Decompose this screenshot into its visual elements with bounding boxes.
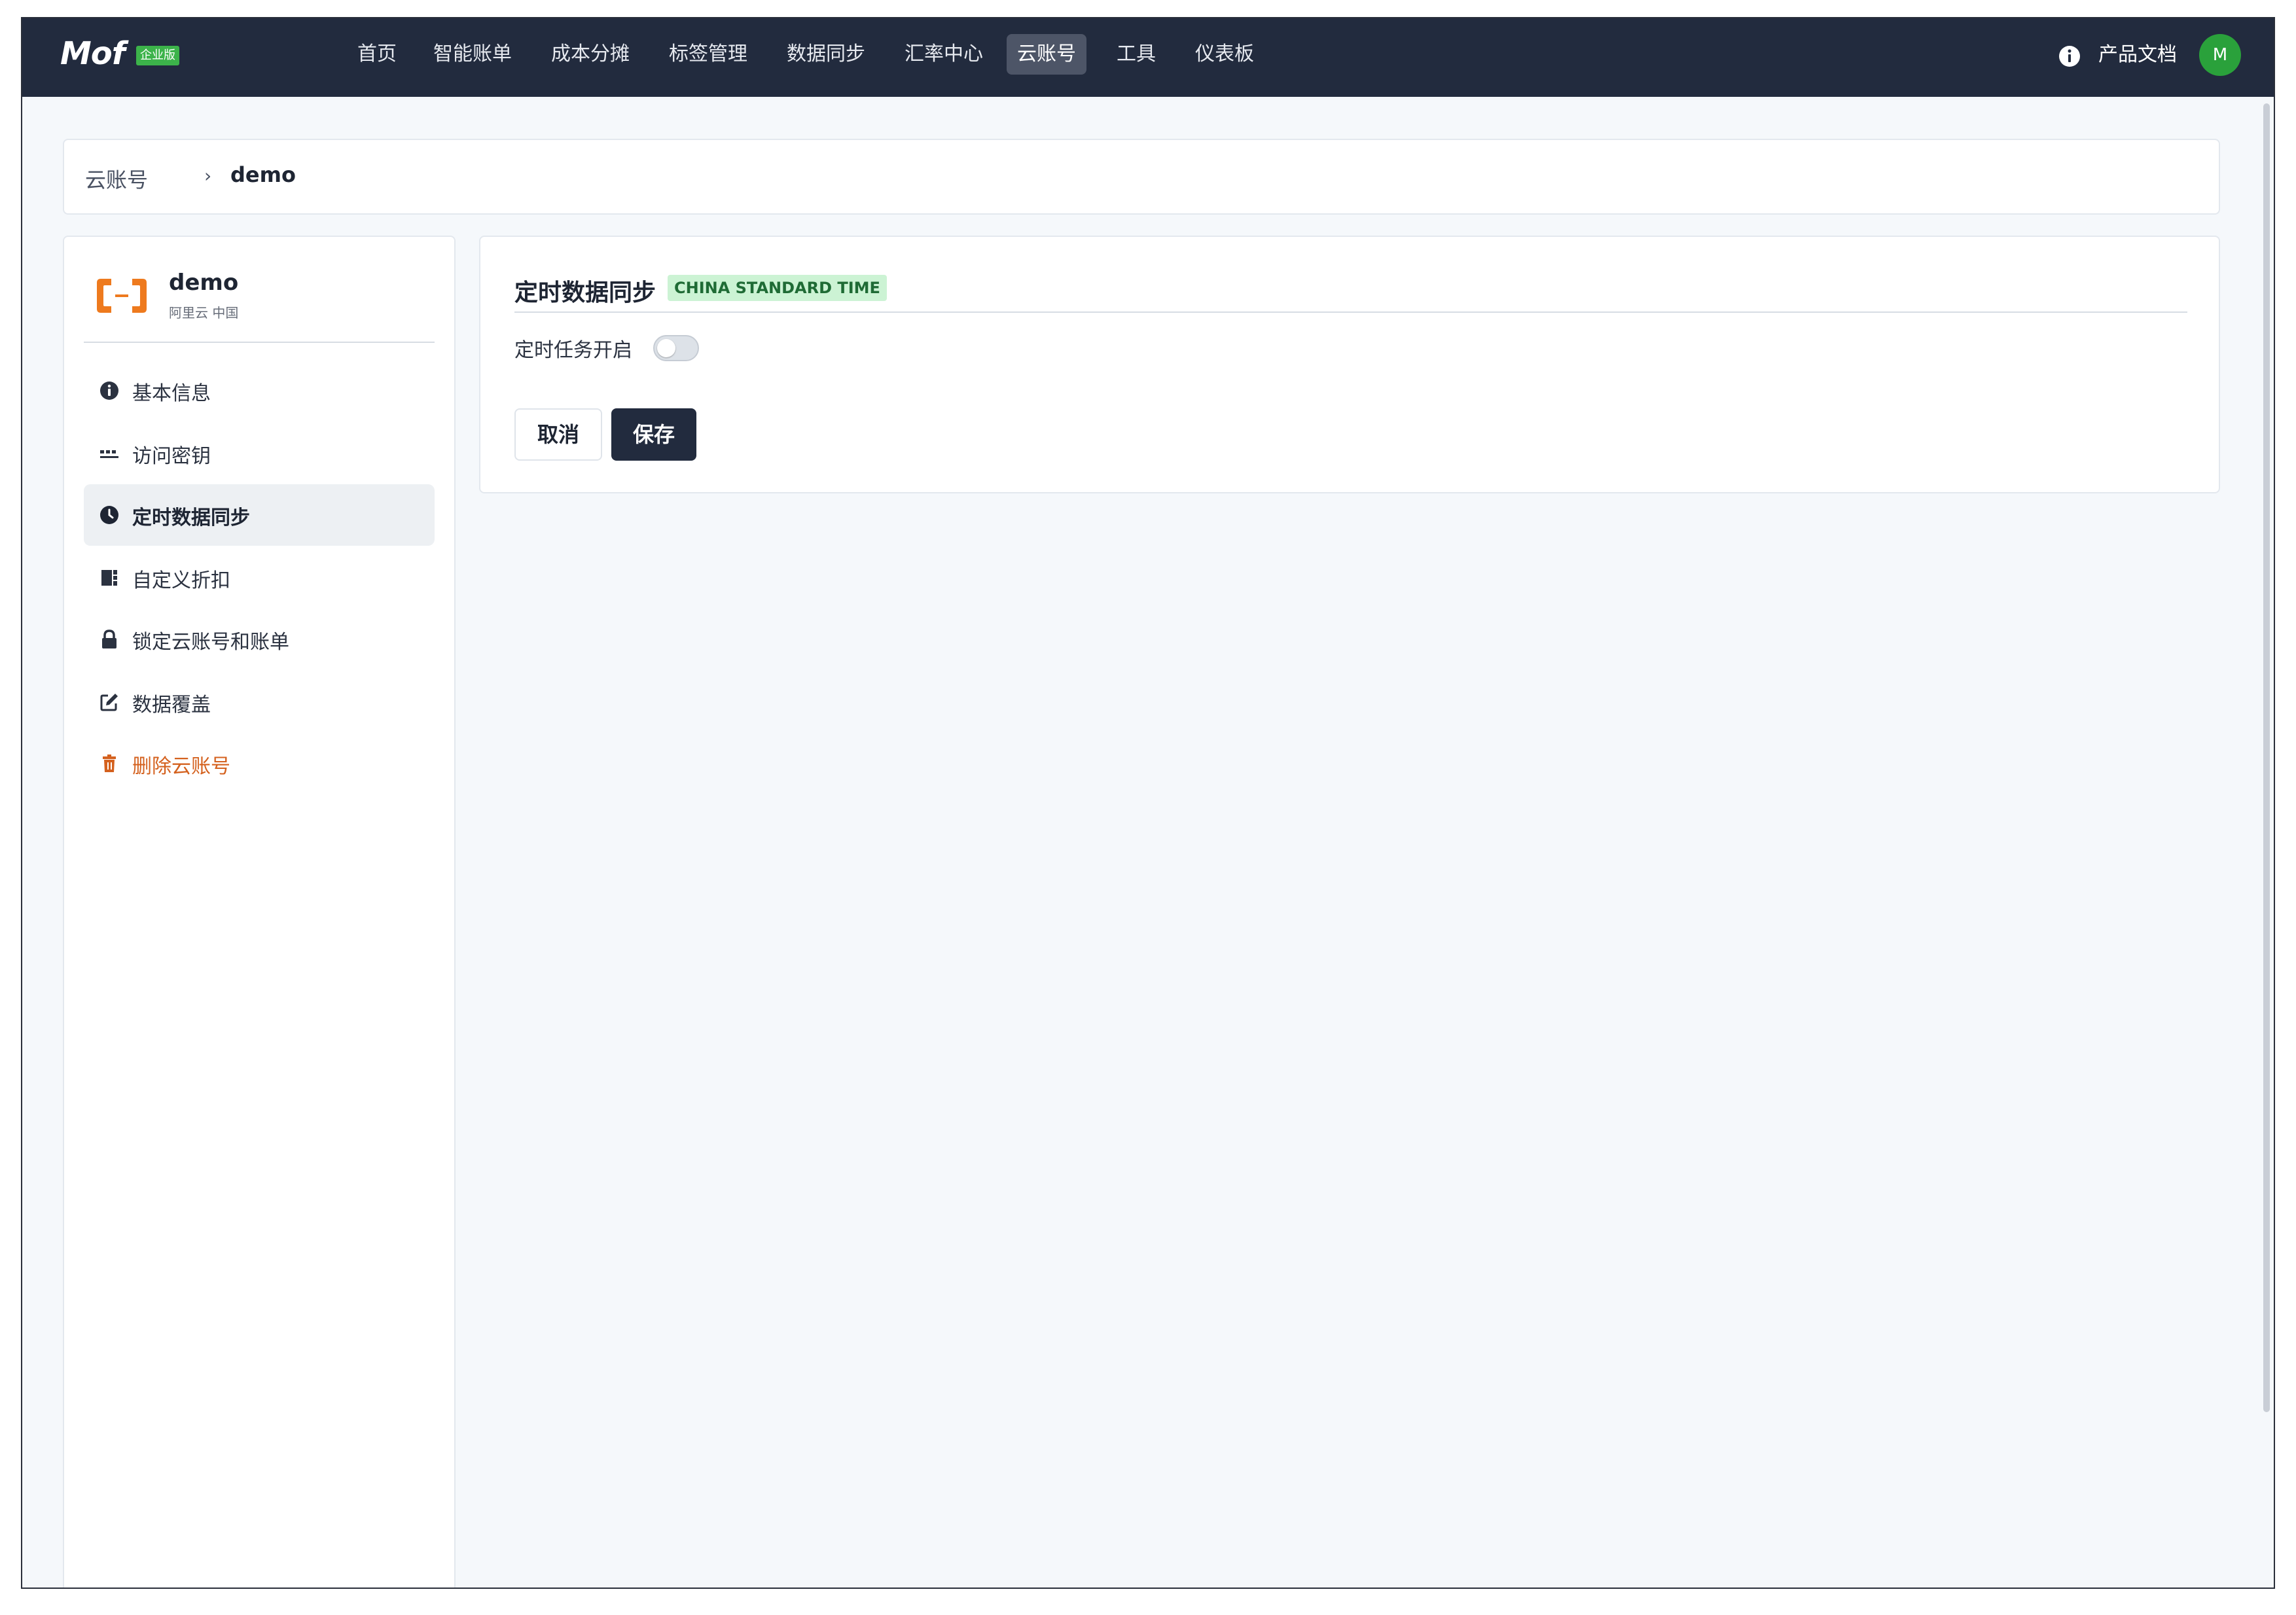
sidebar-item-lock-account[interactable]: 锁定云账号和账单 [84,609,435,670]
nav-item-tag-management[interactable]: 标签管理 [658,34,758,75]
app-logo[interactable]: Mof [60,35,126,72]
info-circle-icon[interactable] [2058,44,2081,68]
nav-item-exchange-rate[interactable]: 汇率中心 [894,34,994,75]
schedule-toggle[interactable] [653,335,699,361]
section-divider [514,311,2187,313]
user-avatar[interactable]: M [2199,34,2241,76]
sidebar-divider [84,342,435,343]
sidebar-item-scheduled-sync[interactable]: 定时数据同步 [84,484,435,546]
clock-icon [100,506,118,524]
sidebar-item-data-override[interactable]: 数据覆盖 [84,671,435,733]
save-button[interactable]: 保存 [611,408,696,461]
breadcrumb: 云账号 › demo [63,139,2220,215]
sidebar-item-label: 基本信息 [132,382,211,405]
lock-icon [102,630,117,648]
schedule-toggle-label: 定时任务开启 [514,339,632,362]
info-circle-icon [100,382,118,400]
edition-badge: 企业版 [136,46,179,65]
breadcrumb-cloud-account-link[interactable]: 云账号 [85,164,148,194]
sidebar-item-label: 自定义折扣 [132,569,230,592]
account-provider: 阿里云 中国 [169,305,239,321]
toggle-knob [657,339,675,357]
section-title: 定时数据同步 [514,279,656,306]
breadcrumb-current: demo [230,162,296,187]
nav-item-dashboard[interactable]: 仪表板 [1185,34,1265,75]
sidebar-item-label: 锁定云账号和账单 [132,631,289,654]
top-navbar: Mof 企业版 首页 智能账单 成本分摊 标签管理 数据同步 汇率中心 云账号 … [22,18,2274,97]
account-sidebar: demo 阿里云 中国 基本信息 访问密钥 定时数据同步 自定义折扣 锁定云账号… [63,236,456,1588]
sidebar-item-basic-info[interactable]: 基本信息 [84,360,435,421]
account-name: demo [169,270,239,296]
sidebar-item-custom-discount[interactable]: 自定义折扣 [84,547,435,609]
nav-item-home[interactable]: 首页 [347,34,407,75]
page-scrollbar[interactable] [2263,103,2270,1412]
sidebar-item-label: 访问密钥 [132,445,211,468]
cancel-button[interactable]: 取消 [514,408,602,461]
sidebar-item-delete-account[interactable]: 删除云账号 [84,733,435,794]
aliyun-logo-icon [97,279,147,313]
breadcrumb-separator: › [204,165,212,186]
nav-item-data-sync[interactable]: 数据同步 [776,34,876,75]
nav-item-smart-bill[interactable]: 智能账单 [423,34,522,75]
sidebar-item-label: 删除云账号 [132,755,230,778]
product-docs-link[interactable]: 产品文档 [2098,35,2177,75]
trash-icon [103,754,116,772]
edit-icon [100,694,118,711]
timezone-badge: CHINA STANDARD TIME [668,275,887,301]
nav-item-cloud-account[interactable]: 云账号 [1007,34,1086,75]
nav-item-cost-allocation[interactable]: 成本分摊 [541,34,640,75]
nav-item-tools[interactable]: 工具 [1106,34,1166,75]
sidebar-item-label: 定时数据同步 [132,506,250,529]
app-window: Mof 企业版 首页 智能账单 成本分摊 标签管理 数据同步 汇率中心 云账号 … [21,17,2275,1589]
key-dots-icon [100,450,118,458]
sidebar-item-label: 数据覆盖 [132,694,211,717]
scheduled-sync-card: 定时数据同步 CHINA STANDARD TIME 定时任务开启 取消 保存 [479,236,2220,493]
sidebar-item-access-keys[interactable]: 访问密钥 [84,423,435,484]
discount-ticket-icon [101,570,117,586]
